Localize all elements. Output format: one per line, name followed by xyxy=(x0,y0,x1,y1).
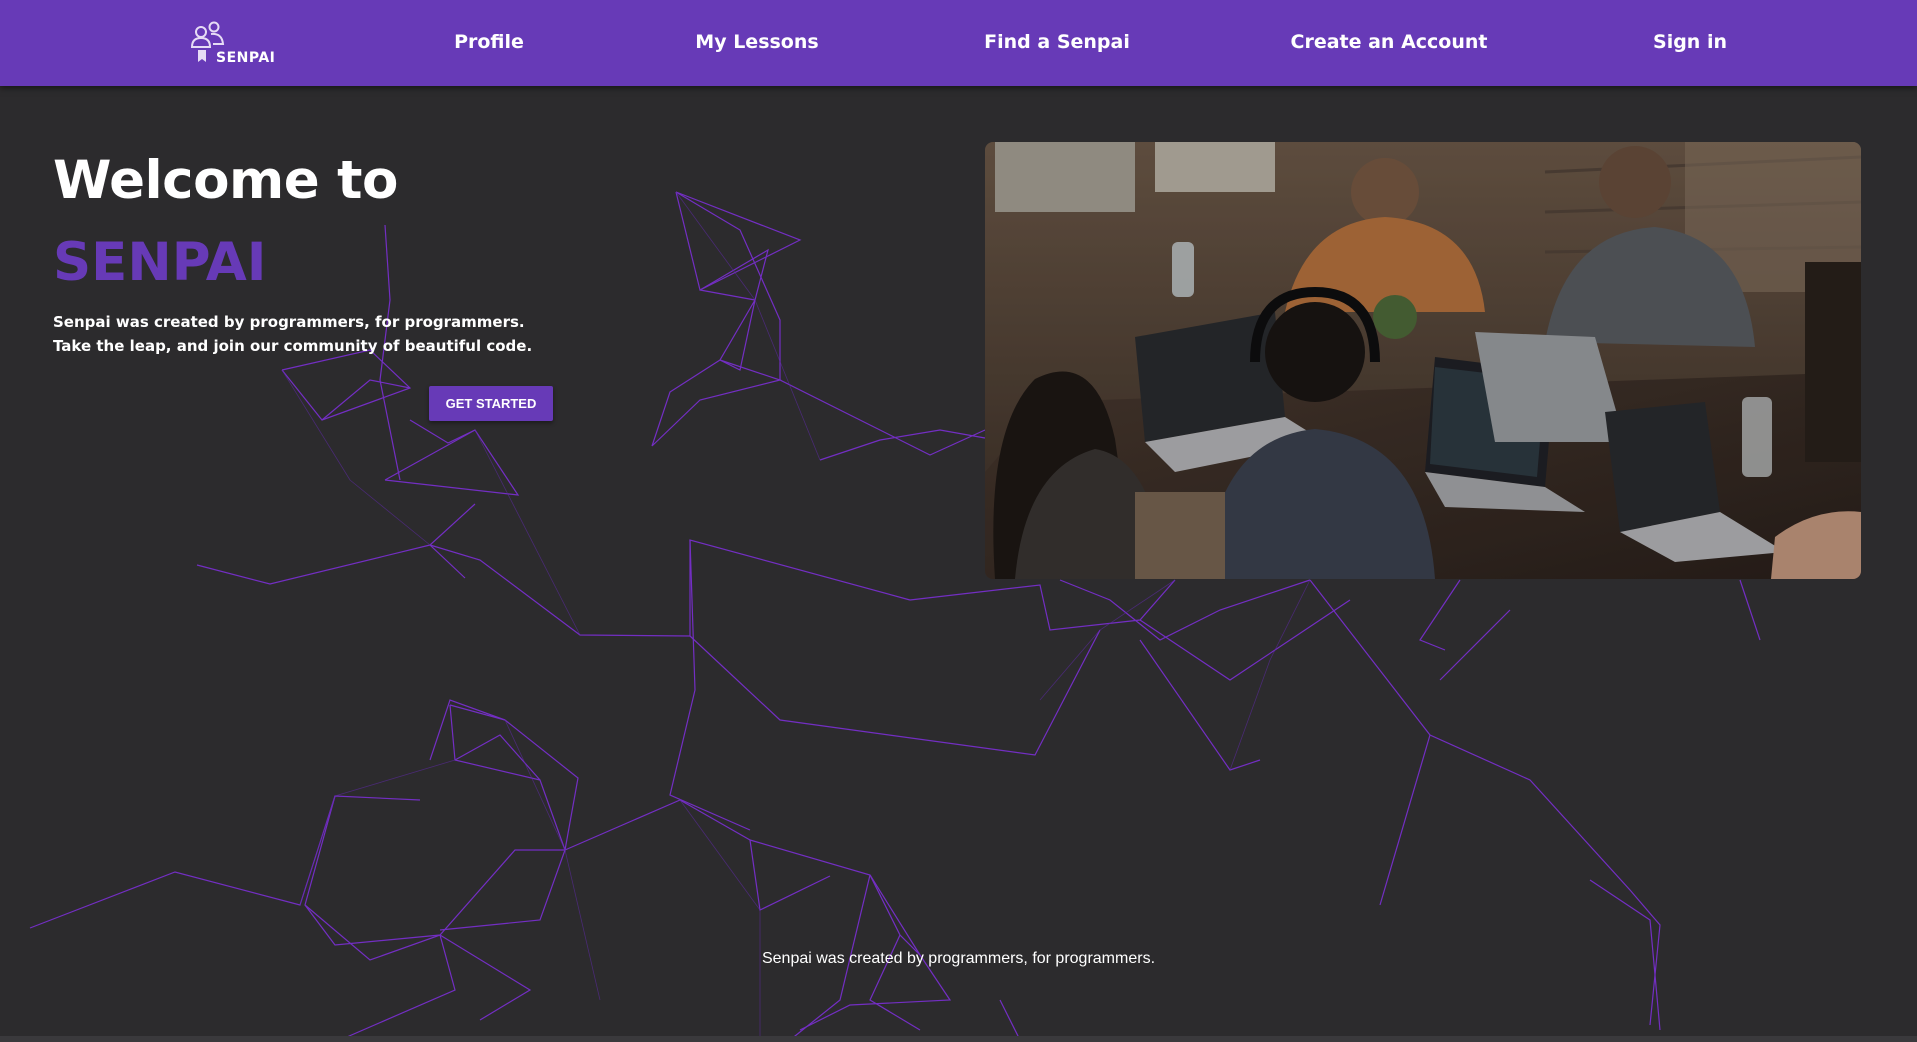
nav-link-find-senpai[interactable]: Find a Senpai xyxy=(984,31,1130,53)
hero-tagline-line-2: Take the leap, and join our community of… xyxy=(53,337,533,355)
hero-tagline-line-1: Senpai was created by programmers, for p… xyxy=(53,313,525,331)
page: SENPAI Profile My Lessons Find a Senpai … xyxy=(0,0,1917,1042)
nav-link-profile[interactable]: Profile xyxy=(454,31,524,53)
hero-brand: SENPAI xyxy=(53,232,267,293)
nav-link-sign-in[interactable]: Sign in xyxy=(1653,31,1727,53)
nav-link-my-lessons[interactable]: My Lessons xyxy=(695,31,818,53)
top-navbar: SENPAI Profile My Lessons Find a Senpai … xyxy=(0,0,1917,86)
bottom-bar xyxy=(0,1036,1917,1042)
nav-link-create-account[interactable]: Create an Account xyxy=(1291,31,1488,53)
footer-text: Senpai was created by programmers, for p… xyxy=(761,950,1156,967)
hero-title: Welcome to xyxy=(53,150,398,211)
brand-name: SENPAI xyxy=(216,50,276,66)
team-coding-photo xyxy=(985,142,1861,579)
hero-image xyxy=(985,142,1861,579)
get-started-button[interactable]: GET STARTED xyxy=(429,386,553,421)
brand-logo[interactable]: SENPAI xyxy=(188,20,278,68)
